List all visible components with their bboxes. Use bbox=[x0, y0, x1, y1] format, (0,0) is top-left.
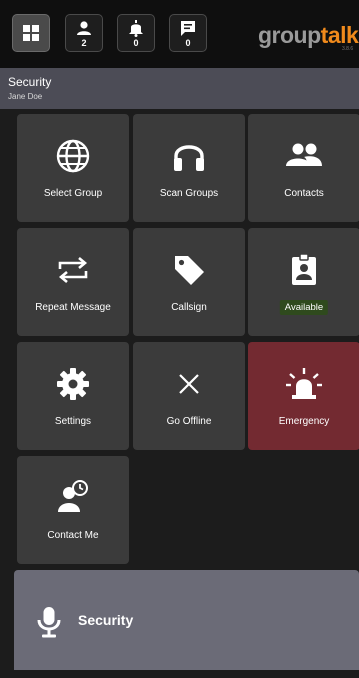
bell-icon bbox=[129, 20, 143, 37]
badge-icon bbox=[292, 253, 316, 285]
available-tile[interactable]: Available bbox=[248, 228, 359, 336]
select-group-tile[interactable]: Select Group bbox=[17, 114, 129, 222]
go-offline-tile[interactable]: Go Offline bbox=[133, 342, 245, 450]
callsign-tile[interactable]: Callsign bbox=[133, 228, 245, 336]
repeat-icon bbox=[58, 257, 88, 283]
logo-version: 3.8.6 bbox=[342, 46, 354, 52]
tile-label: Go Offline bbox=[166, 416, 212, 427]
headphones-icon bbox=[174, 145, 204, 171]
globe-icon bbox=[56, 139, 90, 173]
users-button[interactable]: 2 bbox=[65, 14, 103, 52]
tag-icon bbox=[175, 256, 204, 285]
grid-icon bbox=[23, 25, 39, 41]
messages-count: 0 bbox=[185, 38, 191, 48]
message-icon bbox=[181, 21, 195, 36]
gear-icon bbox=[57, 368, 89, 400]
users-count: 2 bbox=[81, 38, 87, 48]
alerts-count: 0 bbox=[133, 38, 139, 48]
tile-label: Contact Me bbox=[47, 530, 99, 541]
scan-groups-tile[interactable]: Scan Groups bbox=[133, 114, 245, 222]
user-icon bbox=[77, 21, 91, 35]
tile-label: Select Group bbox=[43, 188, 103, 199]
siren-icon bbox=[286, 368, 322, 399]
push-to-talk-button[interactable]: Security bbox=[14, 570, 359, 670]
contacts-icon bbox=[286, 143, 322, 166]
user-name: Jane Doe bbox=[8, 92, 43, 101]
group-title: Security bbox=[8, 75, 52, 89]
tile-label: Contacts bbox=[284, 188, 324, 199]
messages-button[interactable]: 0 bbox=[169, 14, 207, 52]
top-toolbar: 2 0 0 grouptalk 3.8.6 bbox=[0, 0, 359, 68]
emergency-tile[interactable]: Emergency bbox=[248, 342, 359, 450]
tile-label: Callsign bbox=[171, 302, 207, 313]
contact-me-icon bbox=[58, 480, 88, 512]
close-icon bbox=[179, 374, 199, 394]
tile-label: Emergency bbox=[278, 416, 330, 427]
grouptalk-logo: grouptalk bbox=[258, 22, 359, 48]
repeat-message-tile[interactable]: Repeat Message bbox=[17, 228, 129, 336]
tile-label: Scan Groups bbox=[159, 188, 219, 199]
tile-label: Repeat Message bbox=[35, 302, 111, 313]
settings-tile[interactable]: Settings bbox=[17, 342, 129, 450]
contact-me-tile[interactable]: Contact Me bbox=[17, 456, 129, 564]
home-button[interactable] bbox=[12, 14, 50, 52]
tile-label: Settings bbox=[54, 416, 92, 427]
microphone-icon bbox=[37, 607, 61, 638]
group-header[interactable]: Security Jane Doe bbox=[0, 68, 359, 109]
ptt-group-label: Security bbox=[78, 612, 134, 628]
contacts-tile[interactable]: Contacts bbox=[248, 114, 359, 222]
status-badge: Available bbox=[279, 300, 329, 315]
alerts-button[interactable]: 0 bbox=[117, 14, 155, 52]
